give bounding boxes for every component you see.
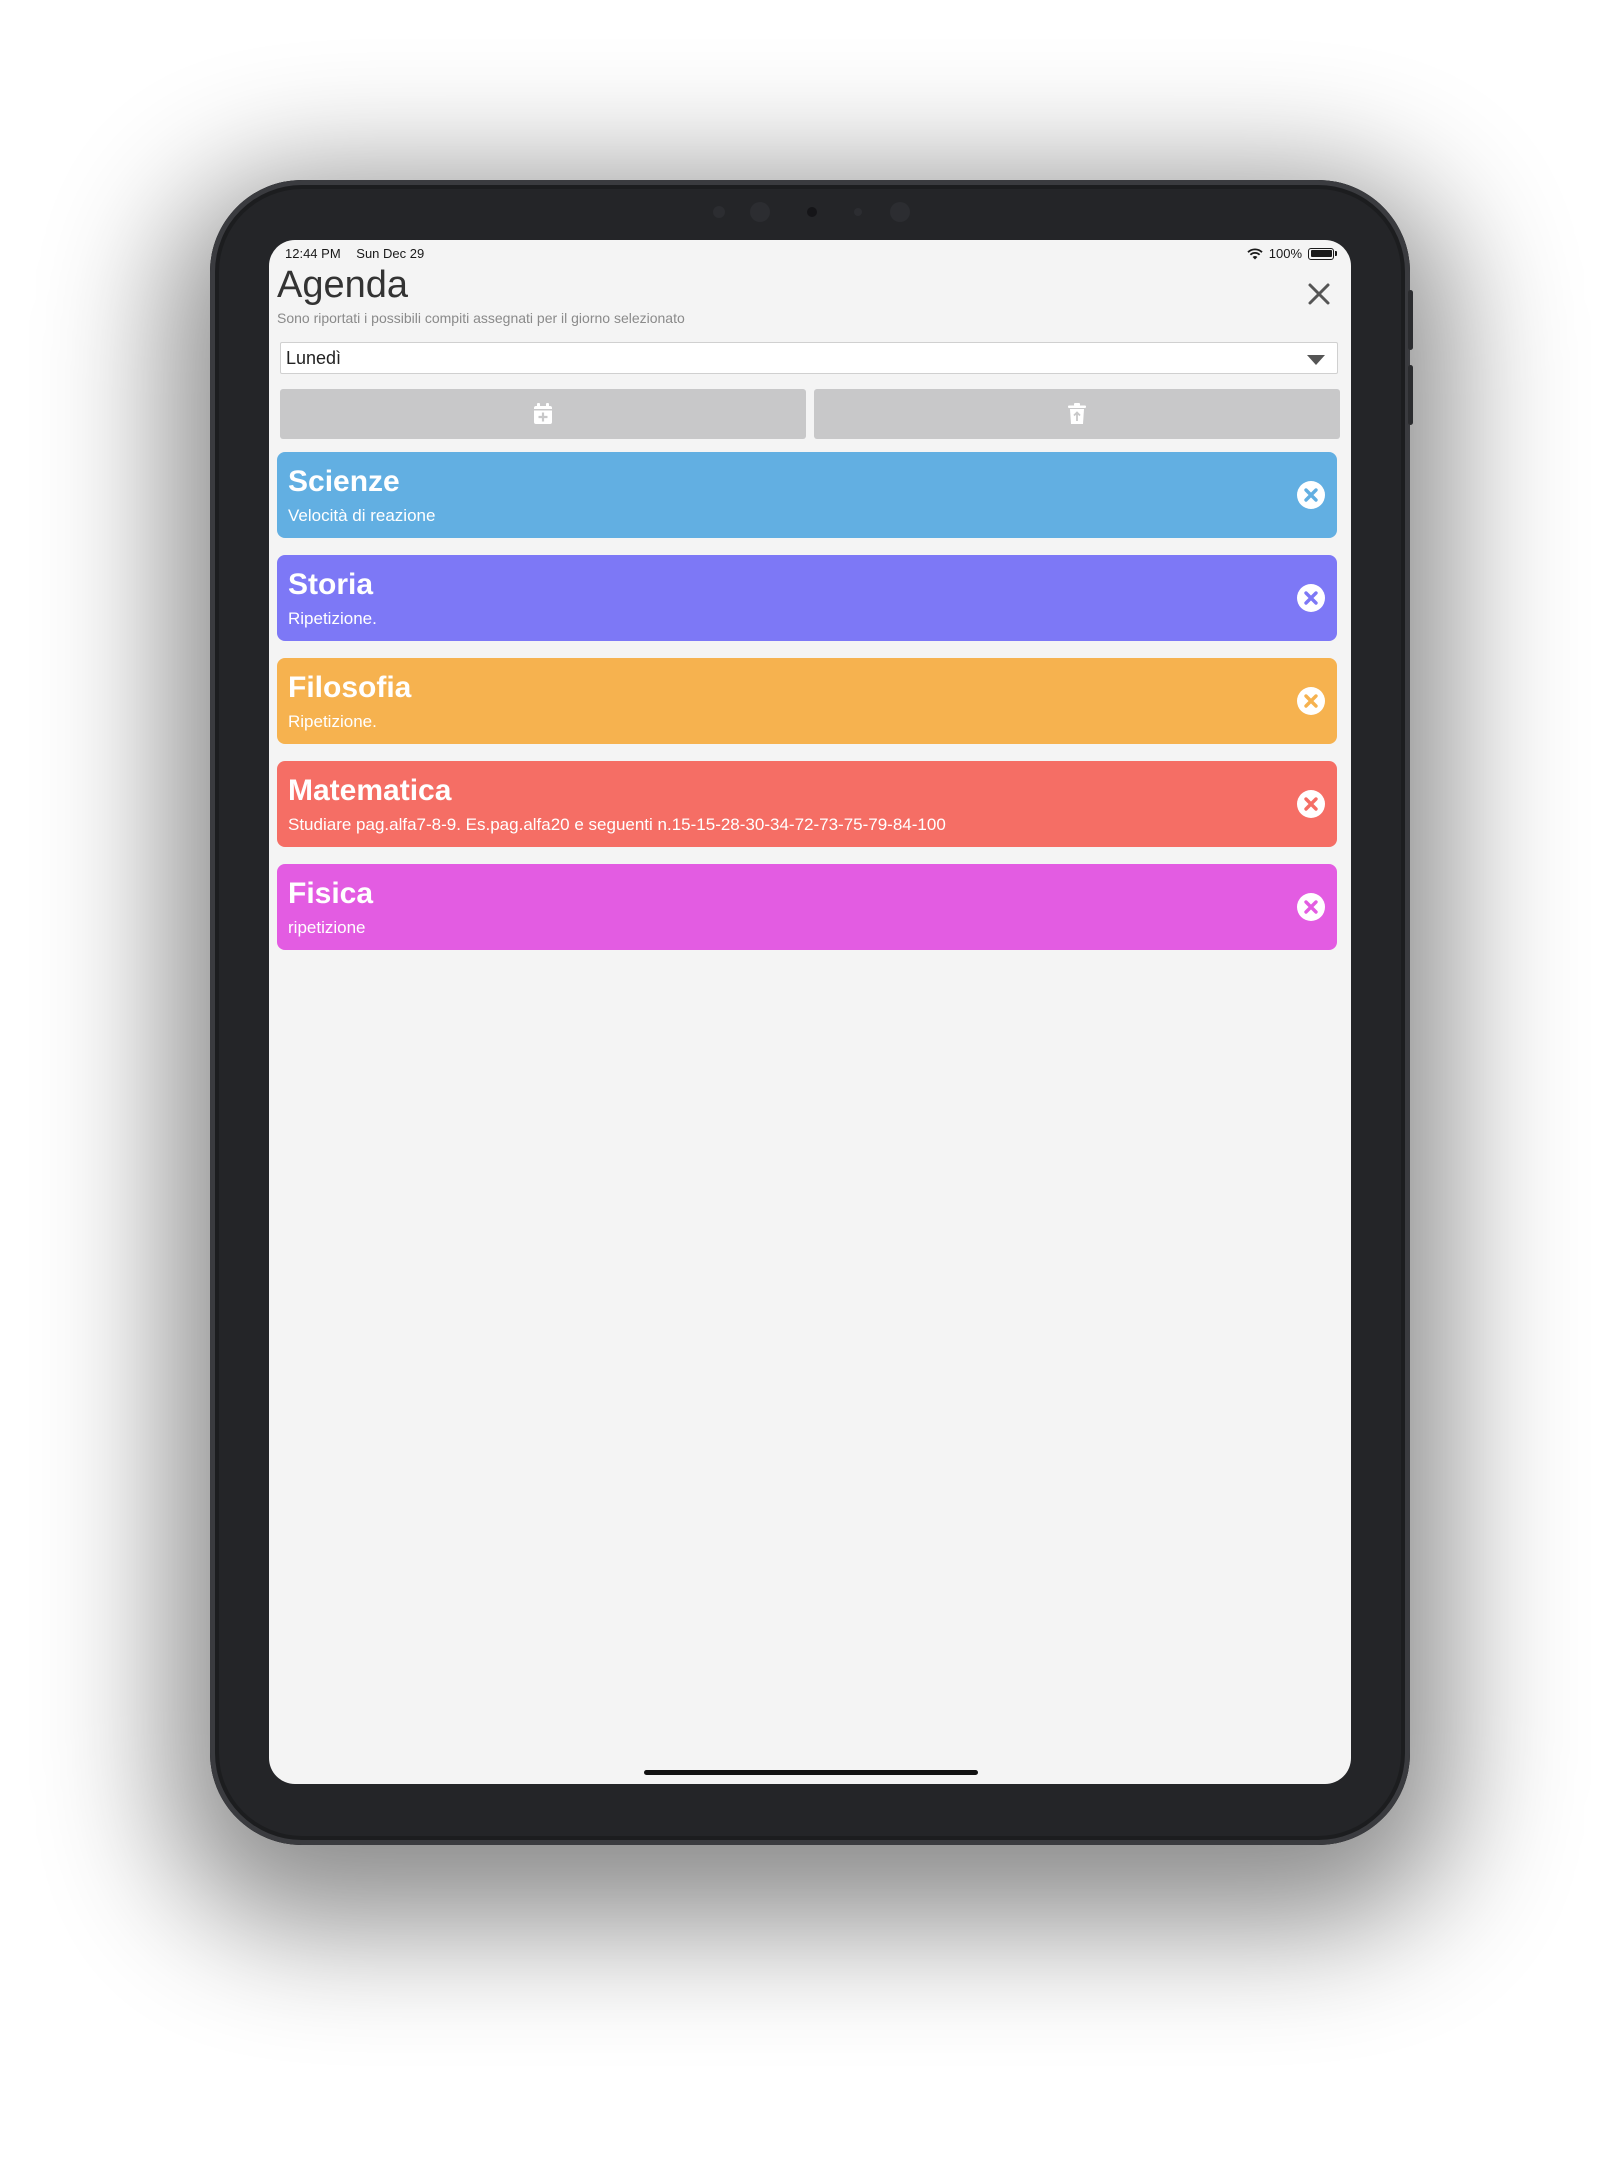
status-time: 12:44 PM <box>285 246 341 261</box>
close-button[interactable] <box>1305 280 1333 308</box>
task-subject: Storia <box>288 568 374 601</box>
add-task-button[interactable] <box>280 389 806 439</box>
sensor-dot <box>713 206 725 218</box>
task-description: Ripetizione. <box>288 712 377 731</box>
task-card-matematica[interactable]: Matematica Studiare pag.alfa7-8-9. Es.pa… <box>277 761 1337 847</box>
screen: 12:44 PM Sun Dec 29 100% Agenda Sono rip… <box>269 240 1351 1784</box>
volume-button <box>1408 365 1413 425</box>
task-card-fisica[interactable]: Fisica ripetizione <box>277 864 1337 950</box>
close-circle-icon <box>1304 900 1318 914</box>
task-description: Studiare pag.alfa7-8-9. Es.pag.alfa20 e … <box>288 815 946 834</box>
sensor-dot <box>750 202 770 222</box>
delete-all-button[interactable] <box>814 389 1340 439</box>
task-card-storia[interactable]: Storia Ripetizione. <box>277 555 1337 641</box>
chevron-down-icon <box>1307 355 1325 365</box>
remove-task-button[interactable] <box>1297 893 1325 921</box>
page-title: Agenda <box>277 264 409 306</box>
task-subject: Scienze <box>288 465 400 498</box>
home-indicator[interactable] <box>644 1770 978 1775</box>
status-date: Sun Dec 29 <box>356 246 425 261</box>
camera-bar <box>210 180 1410 240</box>
header: Agenda Sono riportati i possibili compit… <box>277 262 685 326</box>
battery-fill <box>1310 250 1332 257</box>
wifi-icon <box>1247 247 1263 259</box>
task-description: Ripetizione. <box>288 609 377 628</box>
close-circle-icon <box>1304 797 1318 811</box>
task-card-scienze[interactable]: Scienze Velocità di reazione <box>277 452 1337 538</box>
task-description: Velocità di reazione <box>288 506 436 525</box>
volume-button <box>1408 290 1413 350</box>
camera-lens <box>807 207 817 217</box>
page-subtitle: Sono riportati i possibili compiti asseg… <box>277 310 685 326</box>
task-description: ripetizione <box>288 918 366 937</box>
battery-icon <box>1308 247 1334 260</box>
task-subject: Fisica <box>288 877 374 910</box>
tablet-device: 12:44 PM Sun Dec 29 100% Agenda Sono rip… <box>210 180 1413 1845</box>
status-indicators: 100% <box>1247 246 1337 261</box>
remove-task-button[interactable] <box>1297 790 1325 818</box>
sensor-dot <box>890 202 910 222</box>
battery-tip <box>1335 251 1337 256</box>
close-circle-icon <box>1304 591 1318 605</box>
day-select[interactable]: Lunedì <box>280 342 1338 374</box>
close-circle-icon <box>1304 694 1318 708</box>
task-card-filosofia[interactable]: Filosofia Ripetizione. <box>277 658 1337 744</box>
close-x-icon <box>1308 283 1330 305</box>
calendar-plus-icon <box>534 403 552 424</box>
battery-percent: 100% <box>1268 246 1302 261</box>
trash-icon <box>1068 403 1086 424</box>
status-time-date: 12:44 PM Sun Dec 29 <box>285 246 436 261</box>
day-select-value: Lunedì <box>286 347 342 368</box>
remove-task-button[interactable] <box>1297 687 1325 715</box>
remove-task-button[interactable] <box>1297 584 1325 612</box>
task-subject: Matematica <box>288 774 452 807</box>
remove-task-button[interactable] <box>1297 481 1325 509</box>
sensor-dot <box>854 208 862 216</box>
task-subject: Filosofia <box>288 671 412 704</box>
close-circle-icon <box>1304 488 1318 502</box>
